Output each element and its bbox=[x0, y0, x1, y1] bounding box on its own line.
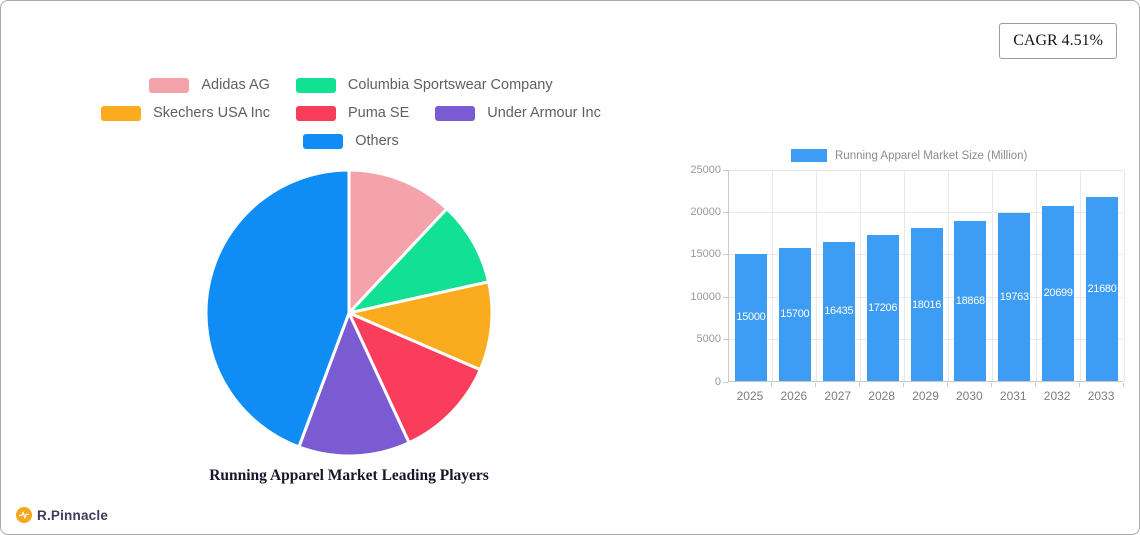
x-axis-label-2029: 2029 bbox=[912, 389, 939, 403]
cagr-badge: CAGR 4.51% bbox=[999, 23, 1117, 59]
y-axis-tick bbox=[723, 296, 728, 298]
pie-legend-row: Others bbox=[303, 133, 399, 149]
legend-item-skechers-usa-inc[interactable]: Skechers USA Inc bbox=[101, 105, 270, 121]
y-axis-tick-label: 15000 bbox=[690, 248, 721, 261]
gridline bbox=[1035, 170, 1037, 381]
y-axis-tick bbox=[723, 339, 728, 341]
x-axis-label-2030: 2030 bbox=[955, 389, 983, 403]
legend-item-columbia-sportswear-company[interactable]: Columbia Sportswear Company bbox=[295, 77, 553, 93]
report-card: CAGR 4.51% Adidas AG Columbia Sportswear … bbox=[0, 0, 1140, 535]
gridline bbox=[991, 170, 993, 381]
legend-item-puma-se[interactable]: Puma SE bbox=[295, 105, 410, 121]
legend-item-adidas-ag[interactable]: Adidas AG bbox=[149, 77, 270, 93]
gridline bbox=[904, 170, 906, 381]
legend-swatch-icon bbox=[149, 77, 190, 93]
x-axis-label-2031: 2031 bbox=[999, 389, 1027, 403]
x-axis-tick bbox=[1078, 383, 1080, 387]
brand-name: R.Pinnacle bbox=[37, 507, 109, 523]
y-axis-tick bbox=[723, 254, 728, 256]
pulse-circle-icon bbox=[16, 507, 32, 523]
legend-swatch-icon bbox=[295, 77, 336, 93]
gridline bbox=[860, 170, 862, 381]
y-axis-tick bbox=[723, 381, 728, 383]
gridline bbox=[772, 170, 774, 381]
bar-legend-swatch bbox=[791, 149, 827, 162]
legend-swatch-icon bbox=[295, 105, 336, 121]
gridline bbox=[1079, 170, 1081, 381]
x-axis-label-2033: 2033 bbox=[1087, 389, 1115, 403]
x-axis-label-2027: 2027 bbox=[824, 389, 852, 403]
bar-value-label: 15700 bbox=[780, 308, 810, 321]
gridline bbox=[729, 169, 1123, 171]
legend-label: Puma SE bbox=[347, 105, 410, 121]
pie-legend-row: Skechers USA Inc Puma SE Under Armour Inc bbox=[101, 105, 601, 121]
x-axis-tick bbox=[1034, 383, 1036, 387]
bar-value-label: 15000 bbox=[736, 311, 766, 324]
bar-plot-area: 15000 15700 16435 17206 18016 18868 19763 20699… bbox=[728, 169, 1125, 382]
pie-chart-title: Running Apparel Market Leading Players bbox=[209, 467, 489, 484]
y-axis-tick bbox=[723, 169, 728, 171]
x-axis-label-2026: 2026 bbox=[780, 389, 808, 403]
legend-label: Columbia Sportswear Company bbox=[347, 77, 553, 93]
x-axis-tick bbox=[859, 383, 861, 387]
bar-value-label: 17206 bbox=[868, 302, 898, 314]
bar-legend-item[interactable]: Running Apparel Market Size (Million) bbox=[791, 149, 1027, 162]
pie-chart bbox=[204, 168, 494, 458]
bar-value-label: 21680 bbox=[1087, 283, 1117, 296]
x-axis-label-2025: 2025 bbox=[736, 389, 764, 403]
legend-label: Adidas AG bbox=[201, 77, 270, 93]
y-axis-tick-label: 25000 bbox=[690, 163, 721, 176]
legend-item-under-armour-inc[interactable]: Under Armour Inc bbox=[435, 105, 601, 121]
legend-label: Under Armour Inc bbox=[487, 105, 601, 121]
legend-swatch-icon bbox=[435, 105, 476, 121]
x-axis-tick bbox=[1122, 383, 1124, 387]
x-axis-tick bbox=[990, 383, 992, 387]
bar-value-label: 20699 bbox=[1043, 287, 1073, 300]
x-axis-tick bbox=[903, 383, 905, 387]
bar-value-label: 19763 bbox=[999, 291, 1029, 304]
bar-legend-label: Running Apparel Market Size (Million) bbox=[835, 149, 1028, 162]
x-axis-label-2032: 2032 bbox=[1043, 389, 1071, 403]
gridline bbox=[947, 170, 949, 381]
legend-item-others[interactable]: Others bbox=[303, 133, 399, 149]
y-axis-tick-label: 20000 bbox=[690, 205, 721, 218]
bar-value-label: 16435 bbox=[824, 305, 854, 318]
bar-value-label: 18016 bbox=[911, 298, 942, 311]
x-axis-tick bbox=[946, 383, 948, 387]
pie-legend: Adidas AG Columbia Sportswear Company Skec… bbox=[41, 77, 661, 149]
legend-label: Skechers USA Inc bbox=[153, 105, 270, 121]
x-axis-label-2028: 2028 bbox=[868, 389, 895, 403]
y-axis-tick bbox=[723, 211, 728, 213]
gridline bbox=[1123, 170, 1125, 381]
x-axis-tick bbox=[771, 383, 773, 387]
pie-legend-row: Adidas AG Columbia Sportswear Company bbox=[149, 77, 553, 93]
bar-value-label: 18868 bbox=[955, 295, 985, 307]
legend-swatch-icon bbox=[303, 133, 344, 149]
x-axis-tick bbox=[815, 383, 817, 387]
y-axis-tick-label: 0 bbox=[714, 375, 721, 388]
y-axis-tick-label: 5000 bbox=[696, 333, 721, 346]
legend-swatch-icon bbox=[101, 105, 142, 121]
brand-logo: R.Pinnacle bbox=[16, 507, 108, 523]
gridline bbox=[816, 170, 818, 381]
legend-label: Others bbox=[355, 133, 399, 149]
y-axis-tick-label: 10000 bbox=[690, 290, 721, 303]
